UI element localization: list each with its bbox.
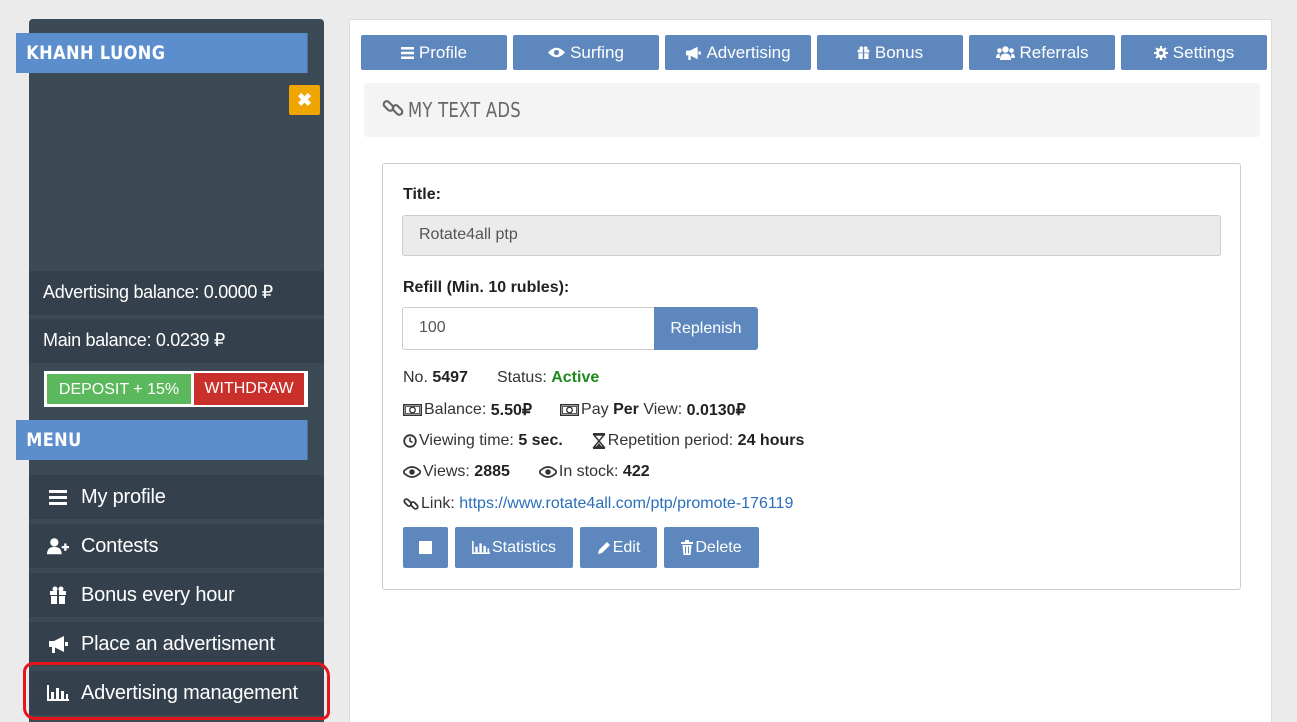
stock-label: In stock: bbox=[558, 463, 619, 480]
pay-per: Per bbox=[613, 401, 639, 418]
views-label: Views: bbox=[423, 463, 470, 480]
withdraw-button[interactable]: WITHDRAW bbox=[194, 373, 304, 405]
balance-label: Balance: bbox=[424, 401, 487, 418]
megaphone-icon bbox=[686, 46, 702, 60]
tab-label: Profile bbox=[418, 42, 468, 62]
sidebar-item-contests[interactable]: Contests bbox=[29, 524, 324, 568]
tab-label: Surfing bbox=[570, 42, 624, 62]
ad-card: Title: Rotate4all ptp Refill (Min. 10 ru… bbox=[382, 163, 1241, 590]
repetition-value: 24 hours bbox=[737, 432, 805, 449]
menu-ribbon: MENU bbox=[16, 420, 308, 460]
link-label: Link: bbox=[421, 495, 455, 512]
highlight-annotation bbox=[23, 662, 330, 720]
money-icon bbox=[403, 404, 422, 416]
money-icon bbox=[560, 404, 580, 416]
stop-icon bbox=[419, 541, 432, 554]
tab-label: Settings bbox=[1172, 42, 1235, 62]
gift-icon bbox=[857, 46, 870, 59]
delete-button[interactable]: Delete bbox=[664, 527, 759, 568]
ad-views-stock: Views: 2885 In stock: 422 bbox=[403, 463, 650, 481]
sidebar: KHANH LUONG ✖ Advertising balance: 0.000… bbox=[16, 19, 324, 722]
viewing-label: Viewing time: bbox=[419, 432, 514, 449]
pencil-icon bbox=[597, 541, 611, 555]
ad-actions: Statistics Edit Delete bbox=[403, 527, 759, 568]
sidebar-item-bonus[interactable]: Bonus every hour bbox=[29, 573, 324, 617]
views-value: 2885 bbox=[474, 463, 510, 480]
advertising-balance: Advertising balance: 0.0000 ₽ bbox=[29, 271, 324, 315]
link-icon bbox=[403, 496, 419, 512]
menu-title: MENU bbox=[26, 429, 82, 451]
replenish-button[interactable]: Replenish bbox=[654, 307, 758, 350]
main-balance: Main balance: 0.0239 ₽ bbox=[29, 319, 324, 363]
list-icon bbox=[400, 46, 414, 59]
pay-label: Pay bbox=[581, 401, 609, 418]
tab-settings[interactable]: Settings bbox=[1121, 35, 1267, 70]
top-tabs: Profile Surfing Advertising Bonus Referr… bbox=[361, 35, 1267, 70]
ad-viewing-repetition: Viewing time: 5 sec. Repetition period: … bbox=[403, 432, 804, 450]
sidebar-item-label: My profile bbox=[81, 485, 166, 508]
refill-input[interactable]: 100 bbox=[402, 307, 655, 350]
status-label: Status: bbox=[496, 369, 547, 386]
no-label: No. bbox=[403, 369, 428, 386]
tab-bonus[interactable]: Bonus bbox=[817, 35, 963, 70]
ad-number: 5497 bbox=[432, 369, 468, 386]
bar-chart-icon bbox=[472, 541, 490, 554]
ad-link: Link: https://www.rotate4all.com/ptp/pro… bbox=[403, 495, 793, 513]
username: KHANH LUONG bbox=[26, 42, 166, 64]
viewing-value: 5 sec. bbox=[518, 432, 563, 449]
tab-label: Advertising bbox=[706, 42, 791, 62]
username-ribbon: KHANH LUONG bbox=[16, 33, 308, 73]
deposit-button[interactable]: DEPOSIT + 15% bbox=[46, 373, 192, 405]
pay-view-label: View: bbox=[643, 401, 683, 418]
refill-label: Refill (Min. 10 rubles): bbox=[403, 279, 570, 296]
user-plus-icon bbox=[47, 537, 69, 555]
sidebar-item-place-ad[interactable]: Place an advertisment bbox=[29, 622, 324, 666]
users-icon bbox=[995, 45, 1015, 60]
edit-label: Edit bbox=[612, 538, 641, 556]
ad-balance-pay: Balance: 5.50₽ Pay Per View: 0.0130₽ bbox=[403, 400, 746, 420]
tab-surfing[interactable]: Surfing bbox=[513, 35, 659, 70]
close-button[interactable]: ✖ bbox=[289, 85, 320, 115]
balance-actions: DEPOSIT + 15% WITHDRAW bbox=[44, 371, 308, 407]
tab-profile[interactable]: Profile bbox=[361, 35, 507, 70]
tab-label: Referrals bbox=[1019, 42, 1089, 62]
status-badge: Active bbox=[551, 369, 600, 386]
main-panel: Profile Surfing Advertising Bonus Referr… bbox=[349, 19, 1272, 722]
list-icon bbox=[47, 489, 69, 505]
stock-value: 422 bbox=[622, 463, 650, 480]
delete-label: Delete bbox=[695, 538, 742, 556]
eye-icon bbox=[548, 47, 566, 58]
megaphone-icon bbox=[47, 635, 69, 653]
title-field[interactable]: Rotate4all ptp bbox=[402, 215, 1221, 256]
clock-icon bbox=[403, 434, 417, 448]
close-icon: ✖ bbox=[296, 90, 313, 110]
statistics-button[interactable]: Statistics bbox=[455, 527, 573, 568]
trash-icon bbox=[681, 540, 694, 555]
pay-value: 0.0130₽ bbox=[686, 402, 746, 419]
eye-icon bbox=[403, 466, 421, 478]
edit-button[interactable]: Edit bbox=[580, 527, 657, 568]
tab-referrals[interactable]: Referrals bbox=[969, 35, 1115, 70]
eye-icon bbox=[538, 466, 557, 478]
repetition-label: Repetition period: bbox=[607, 432, 734, 449]
sidebar-item-my-profile[interactable]: My profile bbox=[29, 475, 324, 519]
ad-link-url[interactable]: https://www.rotate4all.com/ptp/promote-1… bbox=[459, 495, 793, 513]
sidebar-item-label: Bonus every hour bbox=[81, 583, 235, 606]
sidebar-item-label: Contests bbox=[81, 534, 159, 557]
sidebar-item-label: Place an advertisment bbox=[81, 632, 275, 655]
hourglass-icon bbox=[592, 433, 606, 449]
ad-number-status: No. 5497 Status: Active bbox=[403, 369, 599, 387]
gift-icon bbox=[47, 586, 69, 604]
balance-value: 5.50₽ bbox=[490, 402, 533, 419]
statistics-label: Statistics bbox=[491, 538, 556, 556]
section-header: MY TEXT ADS bbox=[364, 83, 1260, 137]
link-icon bbox=[382, 97, 404, 124]
section-title: MY TEXT ADS bbox=[408, 98, 521, 122]
tab-advertising[interactable]: Advertising bbox=[665, 35, 811, 70]
title-label: Title: bbox=[403, 186, 441, 203]
stop-button[interactable] bbox=[403, 527, 448, 568]
tab-label: Bonus bbox=[874, 42, 924, 62]
gear-icon bbox=[1153, 45, 1168, 60]
